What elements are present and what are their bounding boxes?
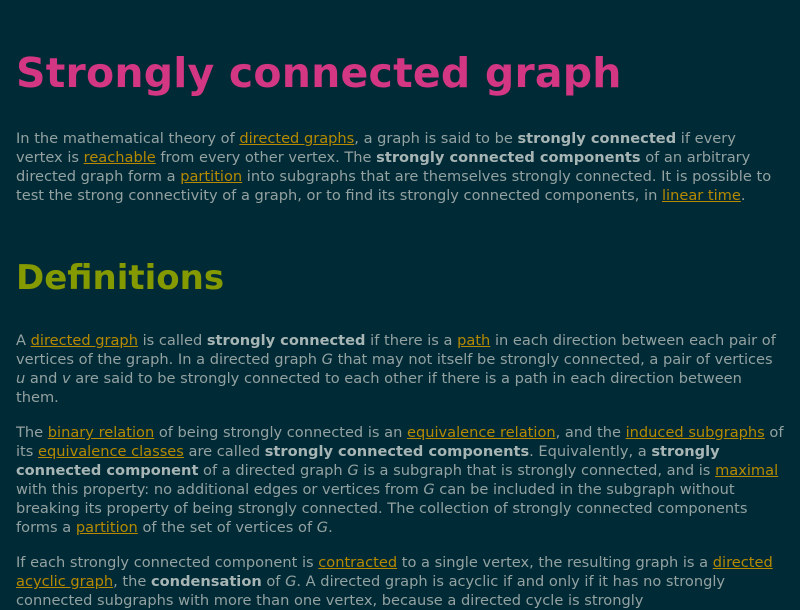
text-run: of a directed graph [198, 462, 348, 479]
link-induced-subgraphs[interactable]: induced subgraphs [626, 424, 765, 441]
text-run: . [740, 187, 746, 204]
text-run: are said to be strongly connected to eac… [16, 370, 742, 406]
page-title: Strongly connected graph [16, 49, 622, 97]
article: Strongly connected graph In the mathemat… [16, 0, 786, 609]
link-contracted[interactable]: contracted [318, 554, 397, 571]
text-run: of the set of vertices of [137, 519, 317, 536]
text-run: A [16, 332, 31, 349]
text-run: is a subgraph that is strongly connected… [358, 462, 716, 479]
bold-term: strongly connected [206, 332, 366, 349]
math-variable: G [347, 462, 359, 479]
section-heading-definitions: Definitions [16, 258, 225, 298]
text-run: of [261, 573, 286, 590]
link-binary-relation[interactable]: binary relation [48, 424, 154, 441]
text-run: . [328, 519, 333, 536]
link-partition[interactable]: partition [76, 519, 138, 536]
bold-term: strongly connected components [264, 443, 530, 460]
text-run: from every other vertex. The [155, 149, 377, 166]
text-run: are called [183, 443, 265, 460]
bold-term: strongly connected [517, 130, 677, 147]
definitions-paragraph-2: The binary relation of being strongly co… [16, 423, 786, 537]
link-reachable[interactable]: reachable [84, 149, 156, 166]
intro-paragraph: In the mathematical theory of directed g… [16, 129, 786, 205]
link-partition[interactable]: partition [180, 168, 242, 185]
text-run: that may not itself be strongly connecte… [332, 351, 773, 368]
math-variable: v [61, 370, 71, 387]
bold-term: strongly connected components [376, 149, 641, 166]
link-maximal[interactable]: maximal [715, 462, 778, 479]
text-run: . Equivalently, a [529, 443, 652, 460]
link-linear-time[interactable]: linear time [662, 187, 741, 204]
math-variable: G [285, 573, 297, 590]
text-run: , a graph is said to be [354, 130, 518, 147]
bold-term: condensation [151, 573, 262, 590]
link-equivalence-classes[interactable]: equivalence classes [38, 443, 184, 460]
text-run: , the [113, 573, 151, 590]
link-equivalence-relation[interactable]: equivalence relation [407, 424, 556, 441]
link-path[interactable]: path [457, 332, 490, 349]
text-run: is called [137, 332, 207, 349]
math-variable: G [423, 481, 435, 498]
math-variable: G [316, 519, 329, 536]
link-directed-graphs[interactable]: directed graphs [239, 130, 354, 147]
text-run: In the mathematical theory of [16, 130, 240, 147]
text-run: The [16, 424, 48, 441]
text-run: of being strongly connected is an [154, 424, 407, 441]
text-run: if there is a [365, 332, 458, 349]
math-variable: G [321, 351, 333, 368]
text-run: , and the [555, 424, 626, 441]
text-run: If each strongly connected component is [16, 554, 319, 571]
text-run: with this property: no additional edges … [16, 481, 424, 498]
definitions-paragraph-1: A directed graph is called strongly conn… [16, 331, 786, 407]
text-run: and [25, 370, 62, 387]
link-directed-graph[interactable]: directed graph [31, 332, 138, 349]
text-run: to a single vertex, the resulting graph … [397, 554, 713, 571]
definitions-paragraph-3: If each strongly connected component is … [16, 553, 786, 610]
math-variable: u [16, 370, 26, 387]
